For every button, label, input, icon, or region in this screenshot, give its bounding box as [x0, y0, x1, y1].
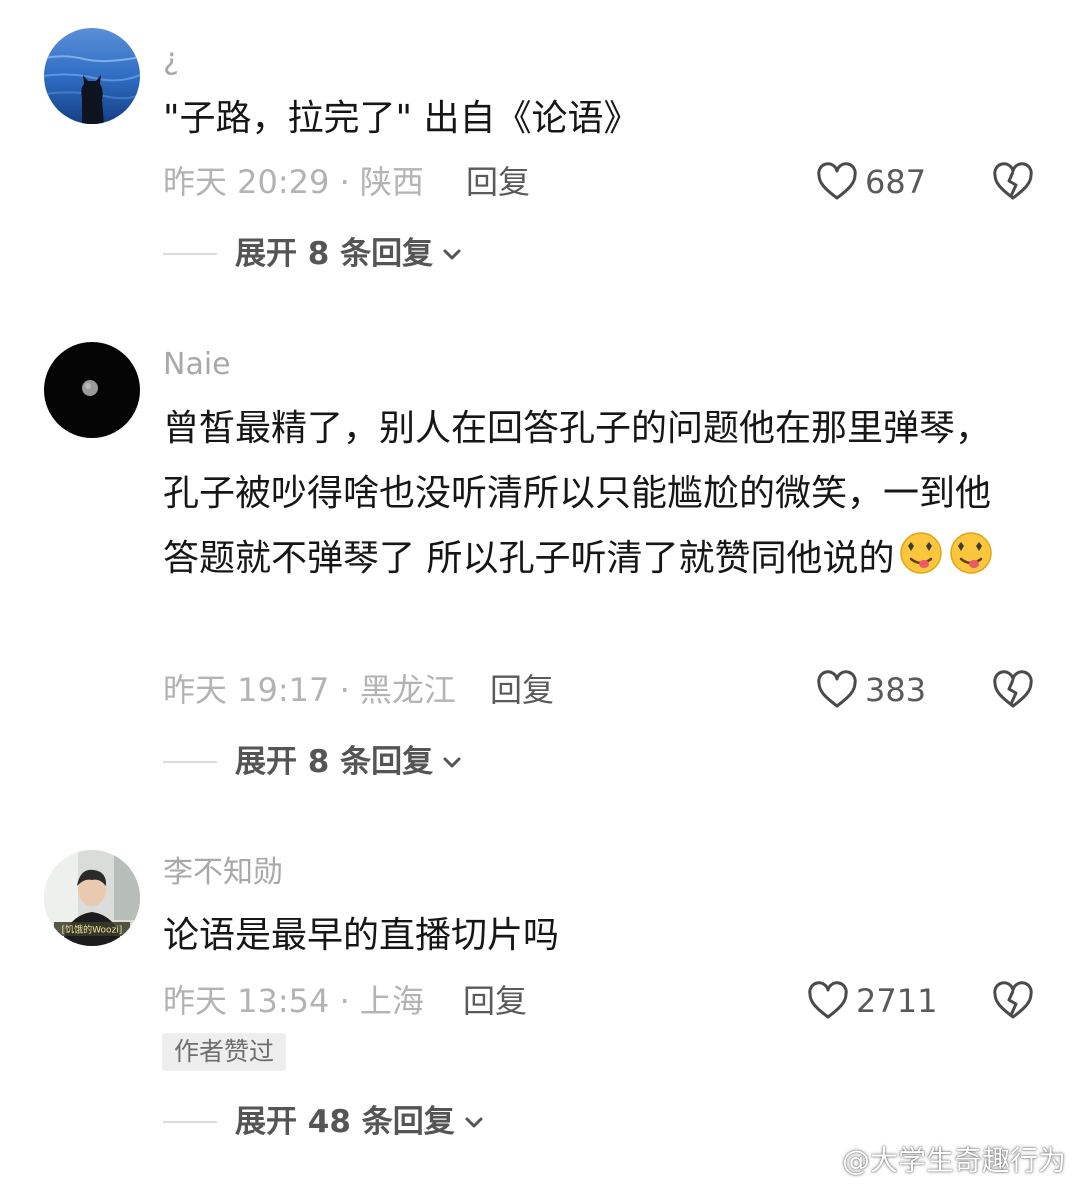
comment-timestamp-location: 昨天 19:17 · 黑龙江 [163, 671, 456, 709]
divider-line [163, 761, 217, 763]
divider-line [163, 253, 217, 255]
comment-username[interactable]: ¿ [163, 40, 179, 80]
avatar[interactable]: [饥饿的Woozi] [44, 850, 140, 946]
comment-timestamp-location: 昨天 20:29 · 陕西 [163, 163, 424, 201]
avatar-image-cat-ocean [44, 28, 140, 124]
comment-username[interactable]: 李不知勋 [163, 853, 283, 893]
like-count: 383 [865, 671, 927, 709]
expand-replies-label: 展开 48 条回复 [235, 1104, 455, 1140]
like-button[interactable]: 687 [815, 160, 926, 204]
chevron-down-icon [443, 249, 461, 260]
expand-replies-label: 展开 8 条回复 [235, 236, 434, 272]
comment-text-content: 曾皙最精了，别人在回答孔子的问题他在那里弹琴，孔子被吵得啥也没听清所以只能尴尬的… [163, 408, 992, 579]
comment-text: 论语是最早的直播切片吗 [163, 915, 560, 956]
expand-replies-button[interactable]: 展开 8 条回复 [163, 232, 463, 276]
author-liked-badge: 作者赞过 [162, 1033, 287, 1071]
heart-outline-icon [808, 981, 848, 1019]
reply-button[interactable]: 回复 [466, 160, 530, 204]
comment-text: "子路，拉完了" 出自《论语》 [163, 98, 640, 139]
weibo-logo-icon [797, 1143, 836, 1175]
avatar-image-person: [饥饿的Woozi] [44, 850, 140, 946]
comment-text: 曾皙最精了，别人在回答孔子的问题他在那里弹琴，孔子被吵得啥也没听清所以只能尴尬的… [163, 396, 1023, 591]
like-button[interactable]: 2711 [806, 979, 937, 1023]
broken-heart-icon[interactable] [991, 981, 1035, 1021]
like-count: 687 [865, 163, 927, 201]
divider-line [163, 1121, 217, 1123]
heart-outline-icon [817, 162, 857, 200]
avatar-image-moon [44, 342, 140, 438]
avatar[interactable] [44, 28, 140, 124]
avatar[interactable] [44, 342, 140, 438]
reply-button[interactable]: 回复 [463, 979, 527, 1023]
heart-outline-icon [817, 670, 857, 708]
chevron-down-icon [443, 757, 461, 768]
like-count: 2711 [856, 982, 938, 1020]
expand-replies-label: 展开 8 条回复 [235, 744, 434, 780]
reply-button[interactable]: 回复 [490, 668, 554, 712]
broken-heart-icon[interactable] [991, 162, 1035, 202]
comment-username[interactable]: Naie [163, 345, 231, 385]
expand-replies-button[interactable]: 展开 8 条回复 [163, 740, 463, 784]
expand-replies-button[interactable]: 展开 48 条回复 [163, 1100, 485, 1144]
drooling-heart-eyes-emoji [900, 532, 943, 574]
chevron-down-icon [465, 1117, 483, 1128]
avatar-caption: [饥饿的Woozi] [62, 924, 123, 936]
like-button[interactable]: 383 [815, 668, 926, 712]
watermark: @大学生奇趣行为 [796, 1139, 1066, 1179]
drooling-heart-eyes-emoji [950, 532, 993, 574]
comment-timestamp-location: 昨天 13:54 · 上海 [163, 982, 424, 1020]
watermark-text: @大学生奇趣行为 [841, 1144, 1066, 1177]
broken-heart-icon[interactable] [991, 670, 1035, 710]
